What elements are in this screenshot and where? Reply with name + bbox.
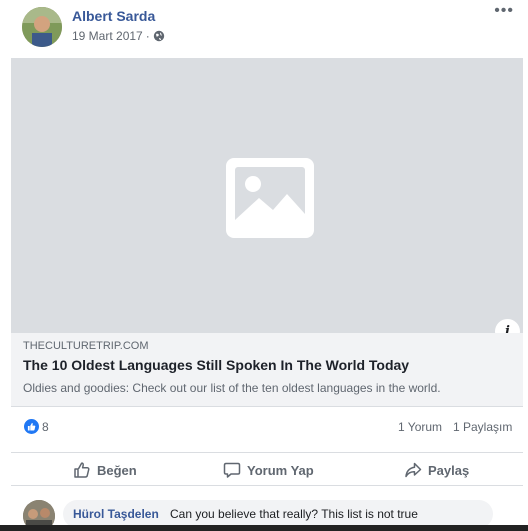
comment-bubble: Hürol Taşdelen Can you believe that real… bbox=[63, 500, 493, 528]
bottom-edge bbox=[0, 525, 528, 531]
speech-bubble-icon bbox=[223, 462, 241, 478]
comment-count[interactable]: 1 Yorum bbox=[398, 420, 442, 434]
share-count[interactable]: 1 Paylaşım bbox=[453, 420, 512, 434]
link-caption[interactable]: THECULTURETRIP.COM The 10 Oldest Languag… bbox=[11, 333, 523, 407]
image-placeholder-icon bbox=[226, 158, 314, 238]
comment-button[interactable]: Yorum Yap bbox=[223, 458, 314, 482]
like-button[interactable]: Beğen bbox=[73, 458, 137, 482]
like-count[interactable]: 8 bbox=[42, 420, 49, 434]
post-header: Albert Sarda 19 Mart 2017 · ••• bbox=[0, 0, 528, 58]
commenter-name[interactable]: Hürol Taşdelen bbox=[73, 507, 159, 521]
link-domain: THECULTURETRIP.COM bbox=[23, 340, 149, 352]
link-title[interactable]: The 10 Oldest Languages Still Spoken In … bbox=[23, 357, 409, 373]
share-label: Paylaş bbox=[428, 462, 470, 478]
action-bar: Beğen Yorum Yap Paylaş bbox=[11, 452, 523, 486]
comment-label: Yorum Yap bbox=[247, 462, 314, 478]
globe-icon bbox=[153, 30, 164, 42]
comment-text: Can you believe that really? This list i… bbox=[170, 507, 418, 521]
meta-separator: · bbox=[145, 29, 150, 43]
like-label: Beğen bbox=[97, 462, 137, 478]
post-date[interactable]: 19 Mart 2017 bbox=[72, 29, 143, 43]
like-reaction-icon[interactable] bbox=[24, 419, 39, 434]
more-options-button[interactable]: ••• bbox=[494, 2, 514, 20]
link-preview-image[interactable]: i bbox=[11, 58, 523, 345]
post-meta: 19 Mart 2017 · bbox=[72, 29, 165, 43]
author-avatar[interactable] bbox=[22, 7, 62, 47]
reaction-stats: 8 1 Yorum 1 Paylaşım bbox=[11, 414, 523, 442]
author-name[interactable]: Albert Sarda bbox=[72, 8, 155, 24]
share-arrow-icon bbox=[405, 462, 422, 478]
post-card: Albert Sarda 19 Mart 2017 · ••• i THECUL… bbox=[0, 0, 528, 531]
thumbs-up-icon bbox=[74, 462, 90, 478]
link-description: Oldies and goodies: Check out our list o… bbox=[23, 381, 441, 395]
share-button[interactable]: Paylaş bbox=[404, 458, 469, 482]
